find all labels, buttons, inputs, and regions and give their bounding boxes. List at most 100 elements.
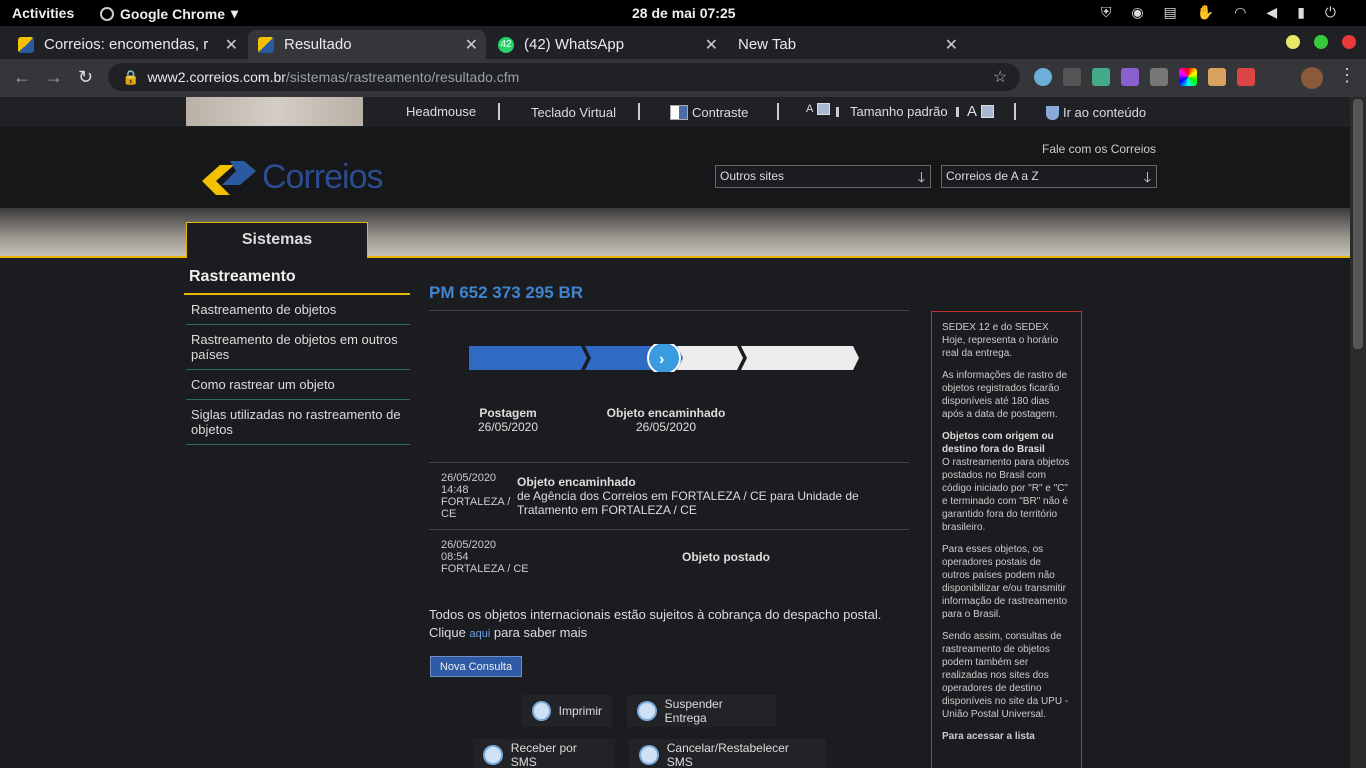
button-label: Imprimir xyxy=(558,704,602,718)
outros-sites-select[interactable]: Outros sites 🡓 xyxy=(715,165,931,188)
printer-icon xyxy=(532,701,551,721)
teclado-virtual-link[interactable]: Teclado Virtual xyxy=(531,105,616,120)
main-content: PM 652 373 295 BR xyxy=(429,283,909,303)
scrollbar[interactable] xyxy=(1350,97,1366,768)
event-date: 26/05/2020 xyxy=(441,539,497,551)
info-paragraph: SEDEX 12 e do SEDEX Hoje, representa o h… xyxy=(942,322,1059,359)
system-tray[interactable]: ⛨ ◉ ▤ ✋ ◠ ◀ ▮ ⏻ xyxy=(1101,4,1336,21)
tab-sistemas[interactable]: Sistemas xyxy=(186,222,368,258)
close-icon[interactable]: ✕ xyxy=(465,35,478,55)
divider xyxy=(638,103,640,120)
close-icon[interactable]: ✕ xyxy=(945,35,958,55)
step-date: 26/05/2020 xyxy=(635,420,697,434)
extension-icon[interactable] xyxy=(1237,68,1255,86)
close-window-button[interactable] xyxy=(1342,35,1356,49)
color-picker-icon[interactable] xyxy=(1179,68,1197,86)
info-paragraph: Para acessar a lista xyxy=(942,731,1035,742)
event-date: 26/05/2020 xyxy=(441,472,497,484)
step-pending xyxy=(677,346,743,370)
tab-title: Correios: encomendas, ra xyxy=(44,36,209,53)
event-title: Objeto encaminhado xyxy=(517,475,636,489)
cancelar-sms-button[interactable]: Cancelar/Restabelecer SMS xyxy=(629,739,826,768)
aqui-link[interactable]: aqui xyxy=(469,628,490,640)
tab-correios[interactable]: Correios: encomendas, ra ✕ xyxy=(8,30,246,59)
sidebar-item-como-rastrear[interactable]: Como rastrear um objeto xyxy=(186,370,410,400)
close-icon[interactable]: ✕ xyxy=(705,35,718,55)
info-paragraph: Para esses objetos, os operadores postai… xyxy=(942,544,1068,620)
step-label: Objeto encaminhado xyxy=(606,406,726,420)
reload-button[interactable]: ↻ xyxy=(78,67,93,88)
extension-icon[interactable] xyxy=(1063,68,1081,86)
hand-stop-icon xyxy=(637,701,657,721)
battery-icon[interactable]: ▮ xyxy=(1297,4,1305,21)
button-label: Receber por SMS xyxy=(510,741,577,768)
shield-down-icon xyxy=(1046,105,1059,120)
fale-com-correios-link[interactable]: Fale com os Correios xyxy=(1042,142,1156,156)
app-name: Google Chrome xyxy=(120,5,226,22)
chrome-icon xyxy=(100,6,114,21)
bookmark-star-icon[interactable]: ☆ xyxy=(993,67,1007,87)
address-bar[interactable]: 🔒 www2.correios.com.br/sistemas/rastream… xyxy=(108,63,1020,91)
volume-icon[interactable]: ◀ xyxy=(1266,4,1277,21)
react-devtools-icon[interactable] xyxy=(1034,68,1052,86)
correios-a-z-select[interactable]: Correios de A a Z 🡓 xyxy=(941,165,1157,188)
phone-icon xyxy=(639,745,659,765)
divider xyxy=(777,103,779,120)
decrease-font-button[interactable]: A xyxy=(806,103,831,115)
activities-button[interactable]: Activities xyxy=(12,5,74,21)
toolbar: ← → ↻ 🔒 www2.correios.com.br/sistemas/ra… xyxy=(0,59,1366,97)
tab-whatsapp[interactable]: 42 (42) WhatsApp ✕ xyxy=(488,30,726,59)
sidebar-item-outros-paises[interactable]: Rastreamento de objetos em outros países xyxy=(186,325,410,370)
power-icon[interactable]: ⏻ xyxy=(1325,4,1336,21)
profile-avatar[interactable] xyxy=(1301,67,1323,89)
wifi-icon[interactable]: ◠ xyxy=(1234,4,1246,21)
phone-icon xyxy=(483,745,503,765)
discord-icon[interactable]: ◉ xyxy=(1131,4,1143,21)
event-place: FORTALEZA / CE xyxy=(441,563,529,575)
tracking-code: PM 652 373 295 BR xyxy=(429,283,584,302)
divider xyxy=(1014,103,1016,120)
skip-to-content-link[interactable]: Ir ao conteúdo xyxy=(1046,105,1146,120)
tab-resultado[interactable]: Resultado ✕ xyxy=(248,30,486,59)
divider xyxy=(956,107,959,117)
extension-icon[interactable] xyxy=(1092,68,1110,86)
correios-logo[interactable]: Correios xyxy=(200,155,383,199)
shield-icon[interactable]: ⛨ xyxy=(1101,4,1112,21)
sidebar-item-rastreamento-objetos[interactable]: Rastreamento de objetos xyxy=(186,295,410,325)
extension-icon[interactable] xyxy=(1121,68,1139,86)
extension-icon[interactable] xyxy=(1150,68,1168,86)
minimize-button[interactable] xyxy=(1286,35,1300,49)
system-top-bar: Activities Google Chrome ▾ 28 de mai 07:… xyxy=(0,0,1366,26)
info-paragraph: As informações de rastro de objetos regi… xyxy=(942,370,1068,420)
nova-consulta-button[interactable]: Nova Consulta xyxy=(430,656,522,677)
increase-font-button[interactable]: A xyxy=(967,103,995,120)
step-label-postagem: Postagem 26/05/2020 xyxy=(458,406,558,434)
note-text: para saber mais xyxy=(490,625,588,640)
drive-icon[interactable]: ▤ xyxy=(1164,4,1177,21)
app-menu[interactable]: Google Chrome ▾ xyxy=(100,5,238,22)
extension-icon[interactable] xyxy=(1208,68,1226,86)
divider xyxy=(498,103,500,120)
button-label: Suspender Entrega xyxy=(664,697,723,725)
hand-icon[interactable]: ✋ xyxy=(1197,4,1214,21)
font-size-default[interactable]: Tamanho padrão xyxy=(850,104,948,119)
clock[interactable]: 28 de mai 07:25 xyxy=(632,5,736,21)
imprimir-button[interactable]: Imprimir xyxy=(522,695,612,727)
url-host: www2.correios.com.br xyxy=(147,69,286,85)
scrollbar-thumb[interactable] xyxy=(1353,99,1363,349)
suspender-entrega-button[interactable]: Suspender Entrega xyxy=(627,695,776,727)
headmouse-link[interactable]: Headmouse xyxy=(406,104,476,119)
forward-button[interactable]: → xyxy=(45,67,63,88)
chevron-right-icon: › xyxy=(659,351,664,368)
maximize-button[interactable] xyxy=(1314,35,1328,49)
close-icon[interactable]: ✕ xyxy=(225,35,238,55)
whatsapp-icon: 42 xyxy=(498,36,514,53)
tab-new-tab[interactable]: New Tab ✕ xyxy=(728,30,966,59)
sidebar-item-siglas[interactable]: Siglas utilizadas no rastreamento de obj… xyxy=(186,400,410,445)
event-1-datetime: 26/05/2020 14:48 FORTALEZA / CE xyxy=(441,472,511,520)
divider xyxy=(836,107,839,117)
receber-sms-button[interactable]: Receber por SMS xyxy=(473,739,615,768)
chrome-menu-icon[interactable]: ⋮ xyxy=(1338,65,1356,86)
back-button[interactable]: ← xyxy=(13,67,31,88)
contraste-link[interactable]: Contraste xyxy=(670,105,748,120)
